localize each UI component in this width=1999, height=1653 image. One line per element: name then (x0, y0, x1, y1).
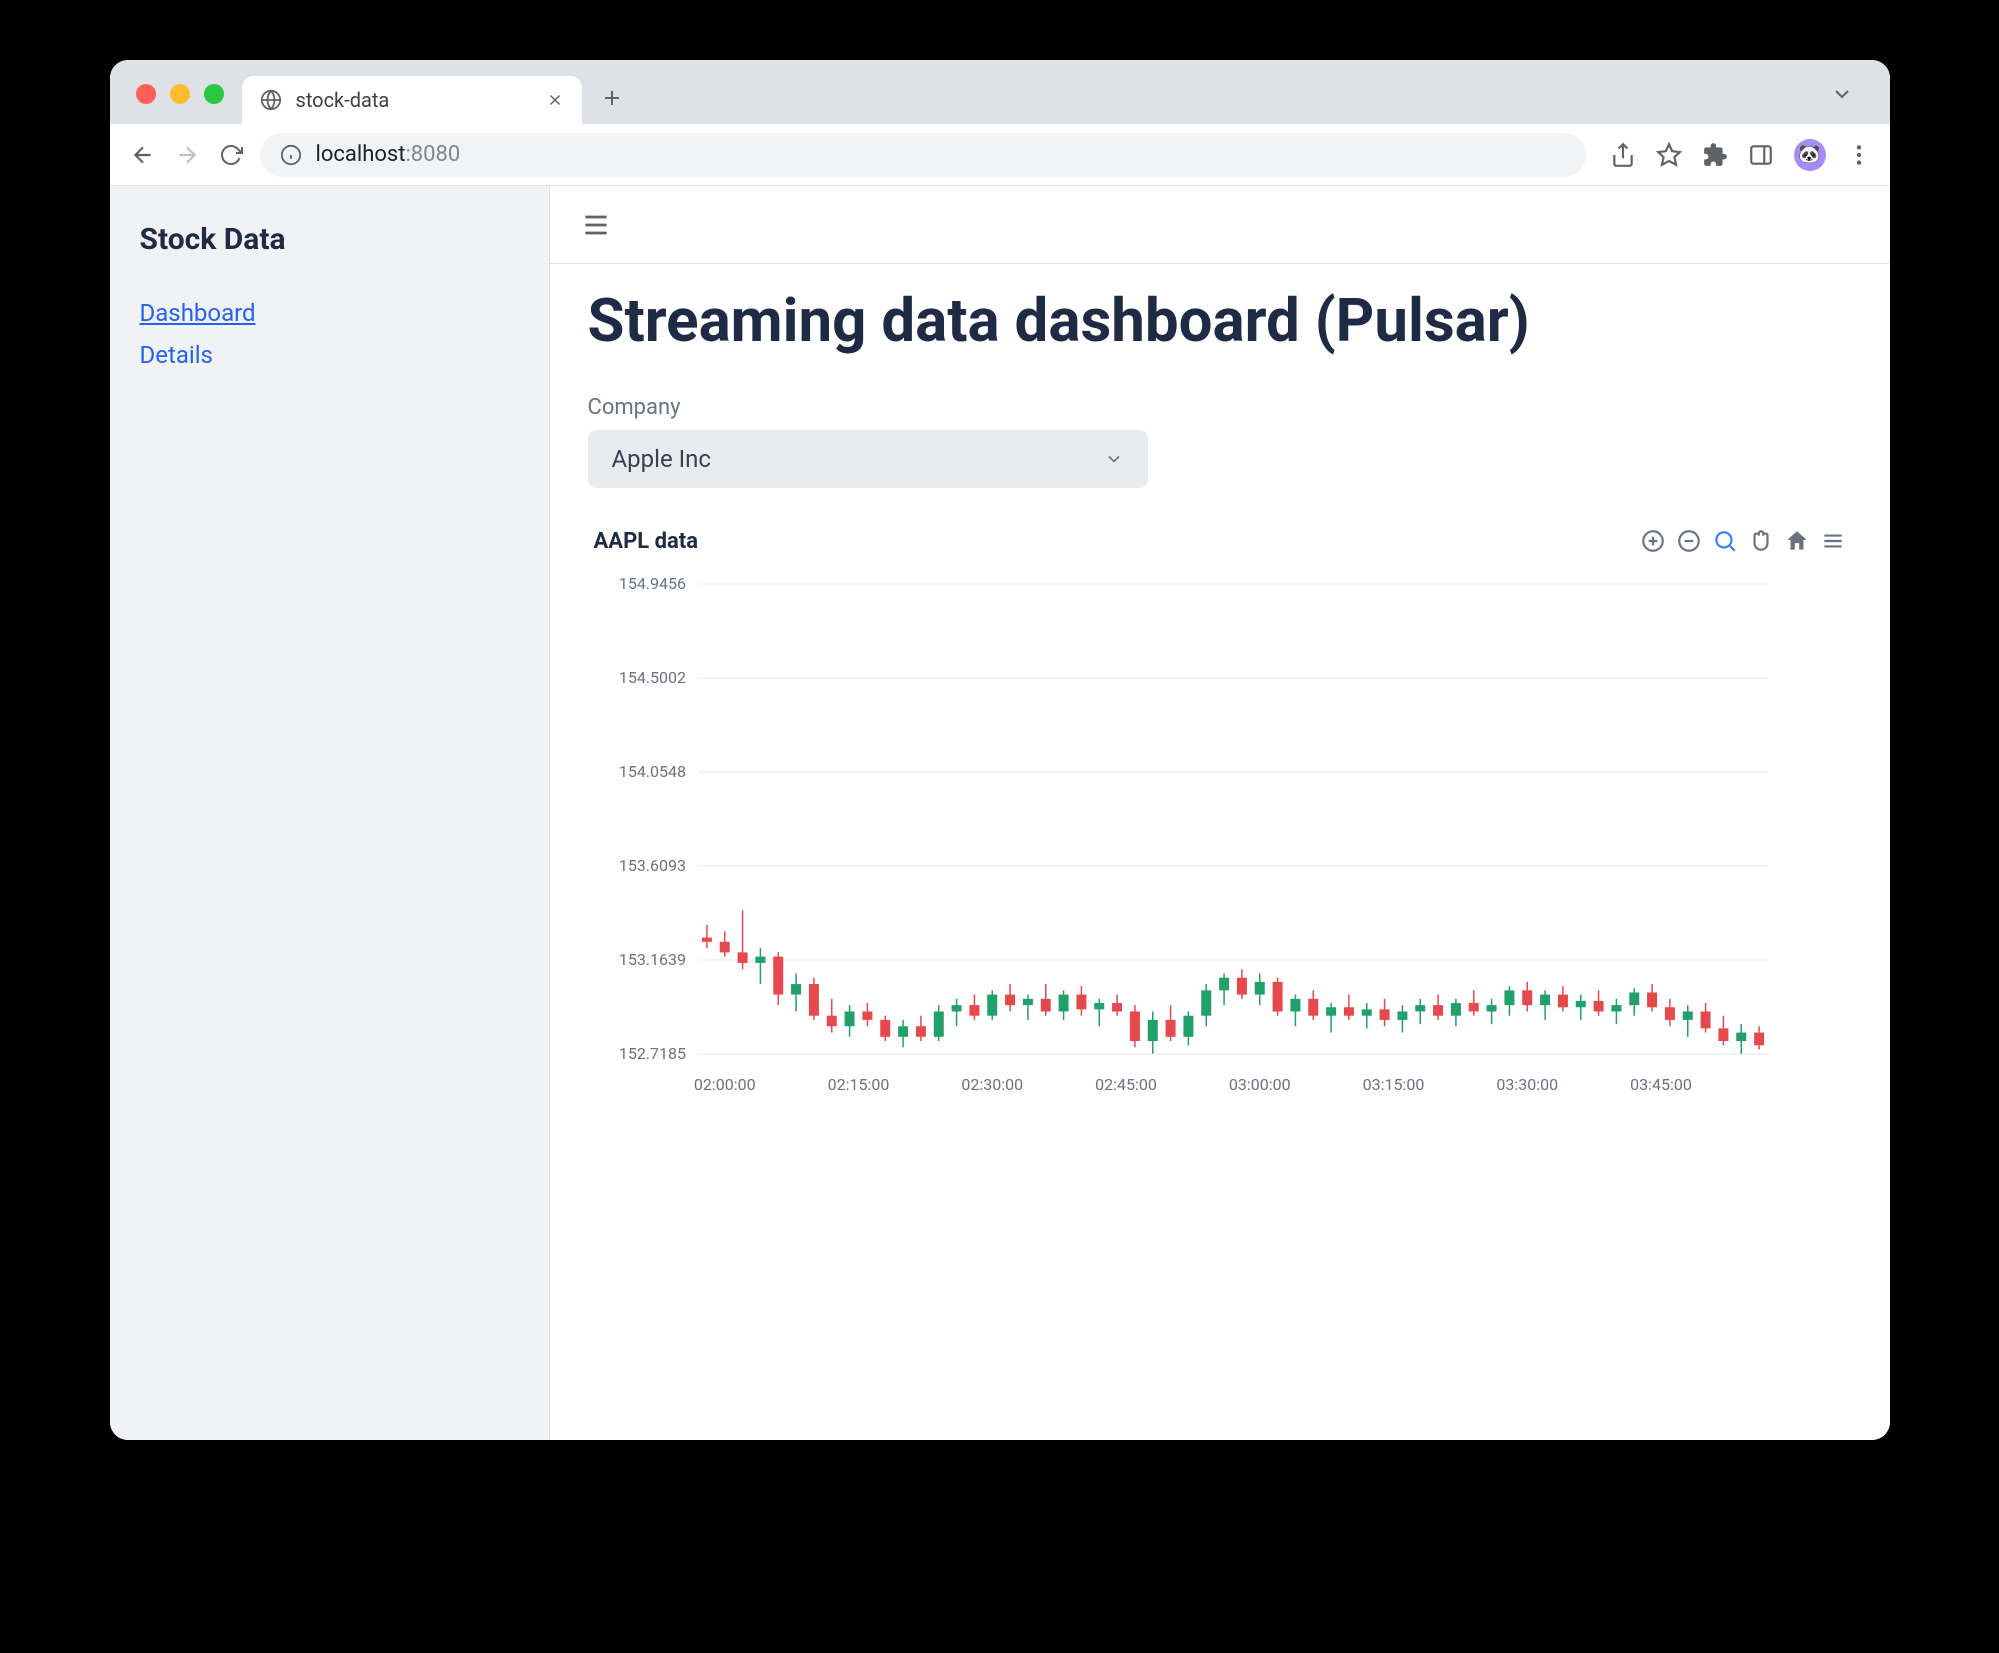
sidebar-item-details[interactable]: Details (140, 341, 519, 369)
candlestick-chart[interactable]: 154.9456 154.5002 154.0548 153.6093 153.1639… (588, 564, 1852, 1104)
svg-text:152.7185: 152.7185 (618, 1044, 685, 1063)
sidepanel-icon[interactable] (1748, 142, 1774, 168)
window-minimize-button[interactable] (170, 84, 190, 104)
svg-text:03:30:00: 03:30:00 (1496, 1075, 1558, 1094)
address-bar[interactable]: localhost:8080 (260, 133, 1586, 177)
app-title: Stock Data (140, 222, 519, 257)
zoom-out-icon[interactable] (1676, 528, 1702, 554)
reload-button[interactable] (216, 140, 246, 170)
window-maximize-button[interactable] (204, 84, 224, 104)
page-title: Streaming data dashboard (Pulsar) (588, 286, 1852, 355)
profile-avatar[interactable]: 🐼 (1794, 139, 1826, 171)
svg-text:03:15:00: 03:15:00 (1362, 1075, 1424, 1094)
svg-text:02:00:00: 02:00:00 (693, 1075, 755, 1094)
hamburger-menu-icon[interactable] (580, 209, 612, 241)
chart-toolbar (1640, 528, 1846, 554)
browser-tabstrip: stock-data (110, 60, 1890, 124)
chart-menu-icon[interactable] (1820, 528, 1846, 554)
chart-title: AAPL data (594, 529, 699, 554)
app-sidebar: Stock Data Dashboard Details (110, 186, 550, 1440)
svg-text:154.5002: 154.5002 (618, 668, 685, 687)
svg-text:02:15:00: 02:15:00 (827, 1075, 889, 1094)
window-controls (126, 84, 242, 124)
chevron-down-icon (1104, 449, 1124, 469)
svg-text:02:30:00: 02:30:00 (961, 1075, 1023, 1094)
browser-toolbar: localhost:8080 🐼 (110, 124, 1890, 186)
company-selected-value: Apple Inc (612, 445, 711, 473)
browser-window: stock-data localhost:8080 (110, 60, 1890, 1440)
globe-icon (260, 89, 282, 111)
bookmark-star-icon[interactable] (1656, 142, 1682, 168)
home-reset-icon[interactable] (1784, 528, 1810, 554)
svg-text:154.9456: 154.9456 (618, 574, 685, 593)
back-button[interactable] (128, 140, 158, 170)
company-label: Company (588, 395, 1852, 420)
svg-text:03:00:00: 03:00:00 (1228, 1075, 1290, 1094)
main-area: Streaming data dashboard (Pulsar) Compan… (550, 186, 1890, 1440)
window-close-button[interactable] (136, 84, 156, 104)
sidebar-item-dashboard[interactable]: Dashboard (140, 299, 519, 327)
svg-text:153.6093: 153.6093 (618, 856, 685, 875)
svg-text:153.1639: 153.1639 (618, 950, 685, 969)
toolbar-icons: 🐼 (1600, 139, 1872, 171)
browser-menu-icon[interactable] (1846, 142, 1872, 168)
page-content: Stock Data Dashboard Details Streaming d… (110, 186, 1890, 1440)
forward-button[interactable] (172, 140, 202, 170)
site-info-icon[interactable] (280, 144, 302, 166)
extensions-icon[interactable] (1702, 142, 1728, 168)
pan-icon[interactable] (1748, 528, 1774, 554)
company-select[interactable]: Apple Inc (588, 430, 1148, 488)
svg-text:03:45:00: 03:45:00 (1630, 1075, 1692, 1094)
zoom-selection-icon[interactable] (1712, 528, 1738, 554)
close-tab-icon[interactable] (546, 91, 564, 109)
main-body: Streaming data dashboard (Pulsar) Compan… (550, 264, 1890, 1440)
main-header (550, 186, 1890, 264)
chart-container: AAPL data 154.9456 154.5002 154.0548 153.60… (588, 528, 1852, 1104)
tab-title: stock-data (296, 88, 532, 112)
url-text: localhost:8080 (316, 142, 461, 167)
svg-text:02:45:00: 02:45:00 (1095, 1075, 1157, 1094)
svg-text:154.0548: 154.0548 (618, 762, 685, 781)
share-icon[interactable] (1610, 142, 1636, 168)
zoom-in-icon[interactable] (1640, 528, 1666, 554)
new-tab-button[interactable] (582, 86, 642, 124)
browser-tab[interactable]: stock-data (242, 76, 582, 124)
tab-overflow-button[interactable] (1830, 82, 1874, 124)
